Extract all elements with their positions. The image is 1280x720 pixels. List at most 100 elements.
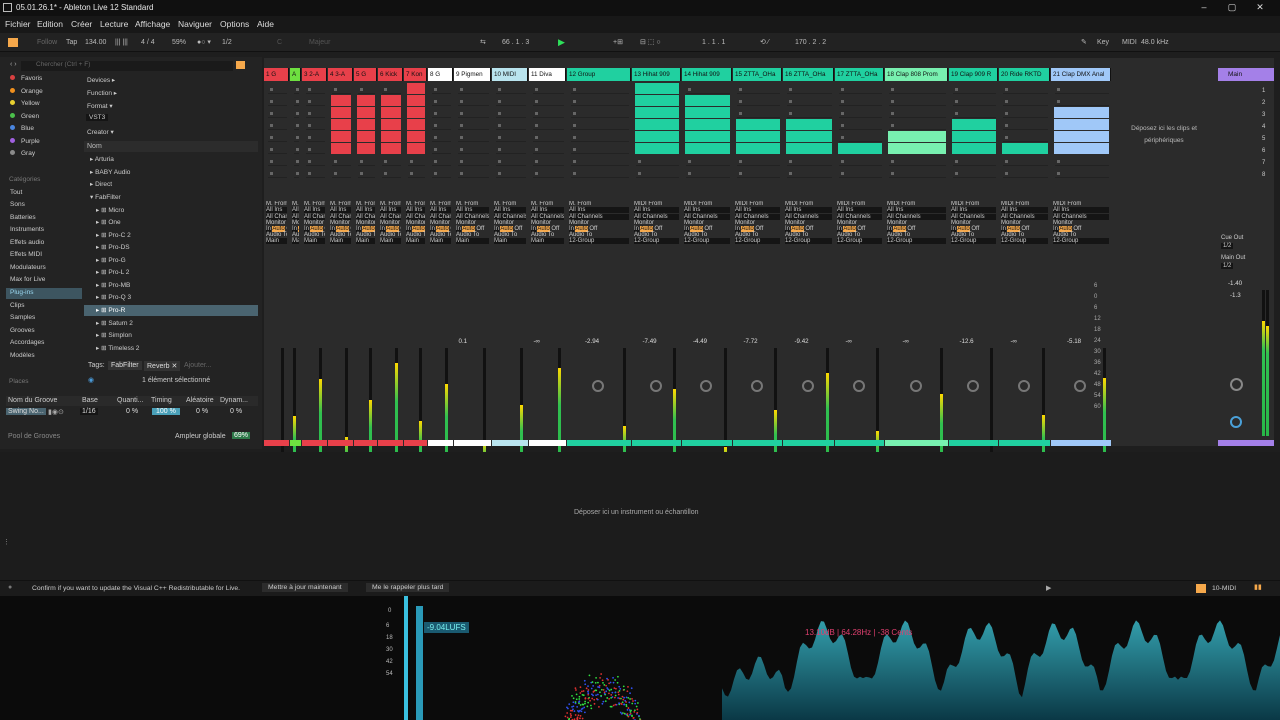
track-header-15[interactable]: 15 ZTTA_OHa: [733, 68, 782, 81]
clip-slot[interactable]: [1055, 168, 1109, 178]
clip-stop-icon[interactable]: [460, 88, 463, 91]
clip-stop-icon[interactable]: [308, 160, 311, 163]
clip[interactable]: [381, 107, 401, 118]
clip-stop-icon[interactable]: [270, 172, 273, 175]
clip-slot[interactable]: [306, 132, 325, 142]
clip-slot[interactable]: [294, 168, 299, 178]
scale-select[interactable]: Majeur: [309, 37, 330, 48]
pan-knob[interactable]: [649, 380, 662, 392]
pan-knob[interactable]: [592, 380, 604, 392]
clip[interactable]: [407, 119, 425, 130]
category-templates[interactable]: Modèles: [10, 352, 35, 359]
pan-knob[interactable]: [801, 380, 814, 392]
clip-stop-icon[interactable]: [460, 100, 463, 103]
category-instruments[interactable]: Instruments: [10, 226, 44, 233]
track-io-section[interactable]: M. FromAll InsAll ChannelsMonitorIn Auto…: [292, 201, 299, 244]
clip-slot[interactable]: [458, 156, 489, 166]
clip[interactable]: [838, 143, 882, 154]
clip-stop-icon[interactable]: [296, 148, 299, 151]
scene-2[interactable]: 2: [1262, 97, 1265, 109]
clip-slot[interactable]: [533, 132, 564, 142]
tree-simplon[interactable]: ▸ ⊞ Simplon: [96, 331, 132, 339]
track-io-section[interactable]: M. FromAll InsAll ChannelsMonitorIn Auto…: [356, 201, 375, 244]
clip-stop-icon[interactable]: [955, 160, 958, 163]
clip-stop-icon[interactable]: [434, 124, 437, 127]
clip-stop-icon[interactable]: [410, 172, 413, 175]
clip-slot[interactable]: [268, 84, 287, 94]
clip-slot[interactable]: [571, 108, 629, 118]
clip-stop-icon[interactable]: [535, 172, 538, 175]
tree-pro-q3[interactable]: ▸ ⊞ Pro-Q 3: [96, 293, 131, 301]
clip-slot[interactable]: [306, 144, 325, 154]
menu-options[interactable]: Options: [220, 19, 249, 29]
clip-stop-icon[interactable]: [296, 136, 299, 139]
clip-stop-icon[interactable]: [296, 112, 299, 115]
clip-stop-icon[interactable]: [535, 148, 538, 151]
clip-stop-icon[interactable]: [308, 100, 311, 103]
clip-slot[interactable]: [636, 168, 679, 178]
tree-pro-g[interactable]: ▸ ⊞ Pro-G: [96, 256, 126, 264]
track-volume[interactable]: -4.49: [693, 338, 707, 345]
track-io-section[interactable]: M. FromAll InsAll ChannelsMonitorIn Auto…: [531, 201, 564, 244]
metronome-icon[interactable]: ●○ ▾: [197, 37, 211, 48]
clip-slot[interactable]: [332, 168, 351, 178]
track-io-section[interactable]: M. FromAll InsAll ChannelsMonitorIn Auto…: [456, 201, 489, 244]
clip[interactable]: [331, 95, 351, 106]
clip[interactable]: [635, 83, 679, 94]
clip-slot[interactable]: [571, 84, 629, 94]
track-io-section[interactable]: MIDI From All Ins All Channels Monitor In Au…: [634, 201, 679, 244]
track-volume[interactable]: 0.1: [459, 338, 468, 345]
clip-stop-icon[interactable]: [270, 160, 273, 163]
track-io-section[interactable]: M. FromAll InsAll ChannelsMonitorIn Auto…: [494, 201, 526, 244]
clip-stop-icon[interactable]: [270, 100, 273, 103]
clip-slot[interactable]: [1003, 156, 1048, 166]
clip-stop-icon[interactable]: [296, 160, 299, 163]
clip-slot[interactable]: [268, 108, 287, 118]
track-header-16[interactable]: 16 ZTTA_OHa: [783, 68, 834, 81]
clip-slot[interactable]: [432, 96, 451, 106]
clip[interactable]: [331, 143, 351, 154]
clip-stop-icon[interactable]: [460, 148, 463, 151]
clip[interactable]: [357, 107, 375, 118]
clip-slot[interactable]: [571, 132, 629, 142]
track-header-11[interactable]: 11 Diva: [529, 68, 566, 81]
clip-stop-icon[interactable]: [308, 136, 311, 139]
tree-timeless2[interactable]: ▸ ⊞ Timeless 2: [96, 344, 139, 352]
clip-slot[interactable]: [306, 84, 325, 94]
track-header-18[interactable]: 18 Clap 808 Prom: [885, 68, 948, 81]
clip-slot[interactable]: [889, 156, 946, 166]
clip-stop-icon[interactable]: [573, 124, 576, 127]
clip-slot[interactable]: [408, 156, 425, 166]
clip-slot[interactable]: [889, 120, 946, 130]
clip-stop-icon[interactable]: [308, 148, 311, 151]
clip-stop-icon[interactable]: [434, 160, 437, 163]
clip-slot[interactable]: [953, 84, 996, 94]
clip-stop-icon[interactable]: [384, 160, 387, 163]
track-io-section[interactable]: M. FromAll InsAll ChannelsMonitorIn Auto…: [430, 201, 451, 244]
clip-stop-icon[interactable]: [841, 124, 844, 127]
clip-slot[interactable]: [533, 156, 564, 166]
track-io-section[interactable]: MIDI From All Ins All Channels Monitor In Au…: [735, 201, 780, 244]
clip-stop-icon[interactable]: [955, 100, 958, 103]
clip[interactable]: [357, 95, 375, 106]
clip-stop-icon[interactable]: [891, 100, 894, 103]
clip[interactable]: [357, 143, 375, 154]
clip-stop-icon[interactable]: [789, 88, 792, 91]
clip[interactable]: [786, 143, 832, 154]
track-volume[interactable]: -12.6: [960, 338, 974, 345]
clip[interactable]: [786, 131, 832, 142]
clip-slot[interactable]: [432, 108, 451, 118]
track-volume[interactable]: -∞: [903, 338, 909, 345]
clip-slot[interactable]: [1003, 168, 1048, 178]
tree-micro[interactable]: ▸ ⊞ Micro: [96, 206, 124, 214]
groove-row[interactable]: Swing No... ▮◉⊙ 1/16 0 % 100 % 0 % 0 %: [6, 408, 258, 418]
clip-slot[interactable]: [1003, 84, 1048, 94]
track-header-12[interactable]: 12 Group: [567, 68, 631, 81]
menu-create[interactable]: Créer: [71, 19, 92, 29]
track-io-section[interactable]: MIDI From All Ins All Channels Monitor In Au…: [684, 201, 730, 244]
clip-slot[interactable]: [358, 84, 375, 94]
clip-slot[interactable]: [294, 84, 299, 94]
clip-slot[interactable]: [1055, 96, 1109, 106]
clip-stop-icon[interactable]: [270, 124, 273, 127]
clip-slot[interactable]: [496, 96, 526, 106]
